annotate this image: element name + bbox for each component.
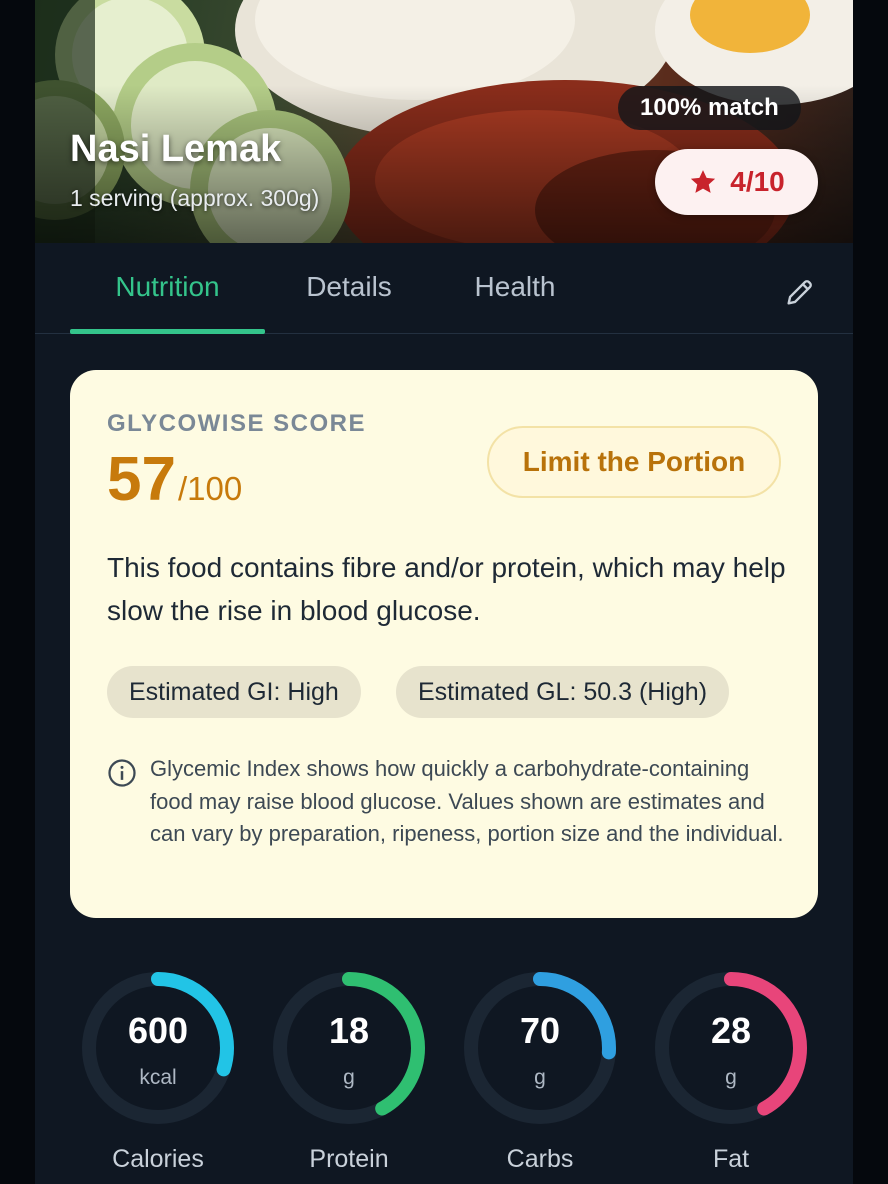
score-value: 57 (107, 445, 176, 514)
food-detail-screen: Nasi Lemak 1 serving (approx. 300g) 100%… (35, 0, 853, 1184)
calories-label: Calories (112, 1145, 204, 1173)
food-hero-image: Nasi Lemak 1 serving (approx. 300g) 100%… (35, 0, 853, 243)
carbs-unit: g (534, 1066, 546, 1089)
gi-info-text: Glycemic Index shows how quickly a carbo… (150, 756, 784, 846)
glycowise-score-card: GLYCOWISE SCORE 57 /100 Limit the Portio… (70, 370, 818, 918)
active-tab-indicator (70, 329, 265, 334)
score-max: /100 (178, 470, 243, 507)
macro-carbs: 70 g Carbs (460, 968, 620, 1183)
macro-protein: 18 g Protein (269, 968, 429, 1183)
rating-value: 4/10 (730, 166, 785, 197)
edit-button[interactable] (780, 272, 820, 312)
info-icon (108, 759, 136, 787)
tab-details[interactable]: Details (280, 243, 418, 334)
protein-unit: g (343, 1066, 355, 1089)
fat-label: Fat (712, 1145, 750, 1173)
serving-size: 1 serving (approx. 300g) (70, 185, 320, 211)
star-icon (691, 170, 716, 193)
fat-unit: g (725, 1066, 737, 1089)
rating-badge[interactable]: 4/10 (655, 149, 818, 215)
match-badge: 100% match (618, 86, 801, 130)
calories-unit: kcal (139, 1066, 177, 1089)
tab-nutrition[interactable]: Nutrition (70, 243, 265, 334)
protein-label: Protein (309, 1145, 389, 1173)
gi-chip: Estimated GI: High (107, 666, 361, 718)
score-label: GLYCOWISE SCORE (107, 410, 366, 437)
carbs-label: Carbs (506, 1145, 574, 1173)
pencil-icon (787, 280, 812, 305)
food-name: Nasi Lemak (70, 128, 282, 170)
tab-health[interactable]: Health (450, 243, 580, 334)
fat-value: 28 (710, 1010, 752, 1051)
gl-chip: Estimated GL: 50.3 (High) (396, 666, 730, 718)
macro-fat: 28 g Fat (651, 968, 811, 1183)
score-description: This food contains fibre and/or protein,… (107, 552, 786, 626)
tab-bar: Nutrition Details Health (35, 243, 853, 334)
calories-value: 600 (127, 1010, 189, 1051)
macro-calories: 600 kcal Calories (78, 968, 238, 1183)
protein-value: 18 (328, 1010, 370, 1051)
carbs-value: 70 (519, 1010, 561, 1051)
limit-portion-button[interactable]: Limit the Portion (487, 426, 781, 498)
